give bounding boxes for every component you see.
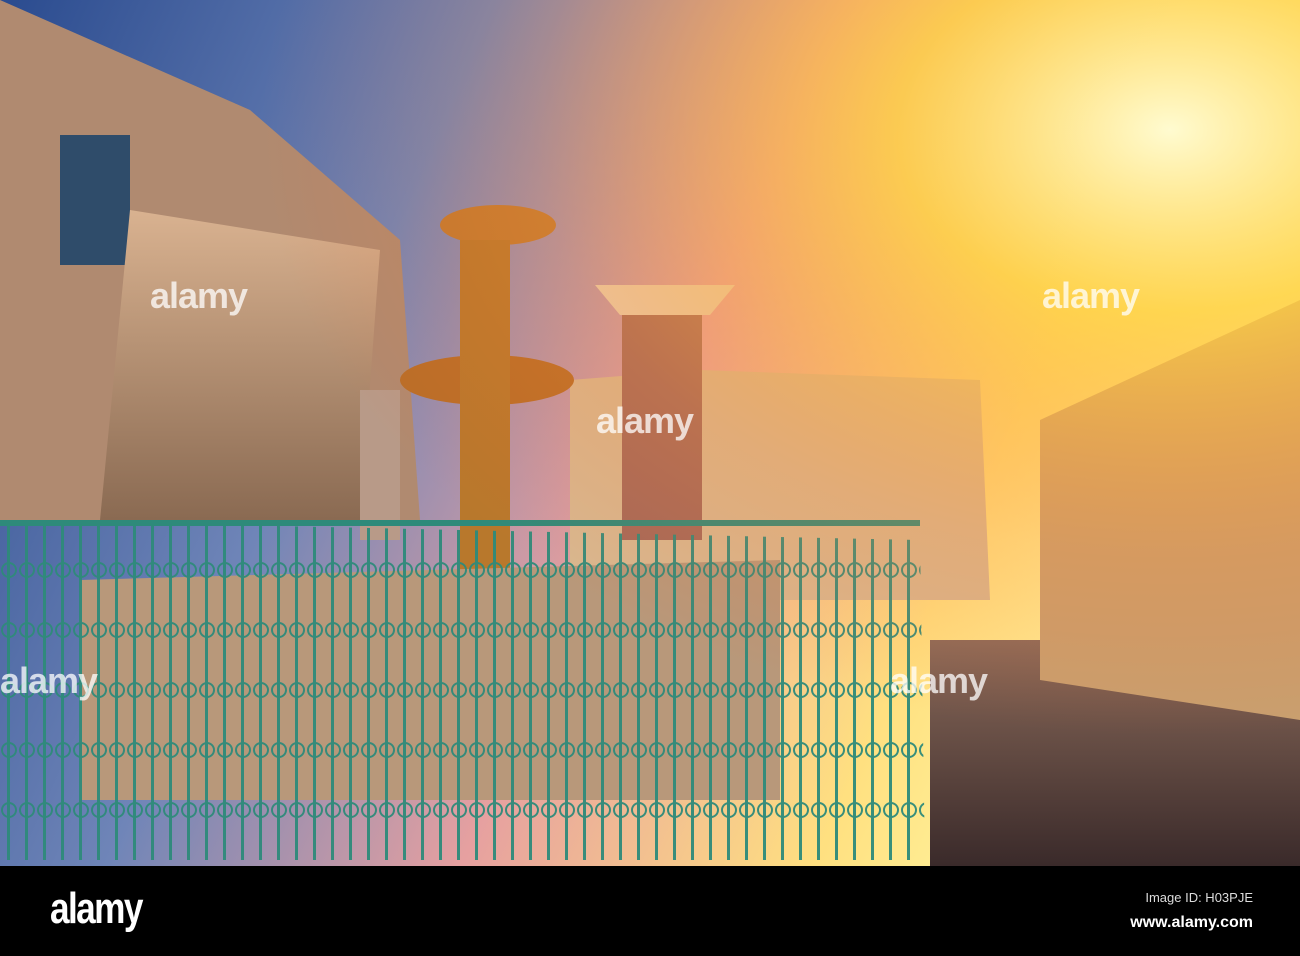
photo: alamy alamy alamy alamy alamy: [0, 0, 1300, 866]
footer: alamy Image ID: H03PJE www.alamy.com: [0, 866, 1300, 956]
watermark: alamy: [150, 275, 248, 316]
watermark: alamy: [1042, 275, 1140, 316]
image-id: Image ID: H03PJE: [1145, 890, 1253, 905]
alamy-logo[interactable]: alamy: [50, 884, 143, 934]
watermark: alamy: [596, 400, 694, 441]
watermark: alamy: [890, 660, 988, 701]
site-url[interactable]: www.alamy.com: [1130, 914, 1253, 932]
watermark: alamy: [0, 660, 98, 701]
